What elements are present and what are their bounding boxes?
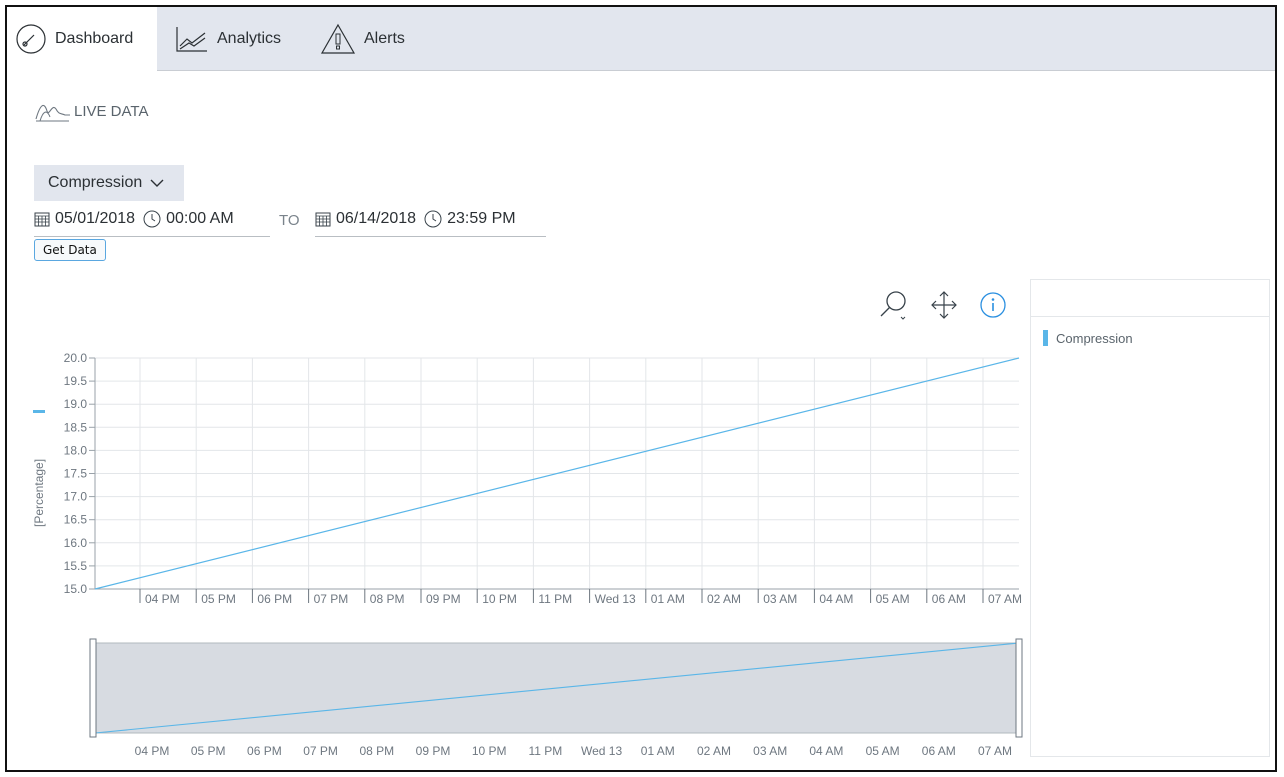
- y-tick-label: 19.0: [64, 397, 88, 411]
- y-tick-label: 20.0: [64, 351, 88, 365]
- navigator-x-axis: 04 PM 05 PM 06 PM 07 PM 08 PM 09 PM 10 PM 11 PM…: [135, 744, 1012, 758]
- y-tick-label: 19.5: [64, 374, 88, 388]
- navigator-tick-label: 10 PM: [472, 744, 507, 758]
- app-window: Dashboard Analytics Alerts LIVE DATA Com…: [5, 5, 1277, 772]
- x-tick-label: 05 PM: [201, 592, 236, 606]
- x-tick-label: 09 PM: [426, 592, 461, 606]
- navigator-tick-label: 06 PM: [247, 744, 282, 758]
- x-tick-label: 03 AM: [763, 592, 797, 606]
- y-tick-label: 16.5: [64, 513, 88, 527]
- navigator-tick-label: 04 AM: [809, 744, 843, 758]
- x-tick-label: 06 AM: [932, 592, 966, 606]
- navigator-tick-label: 07 PM: [303, 744, 338, 758]
- navigator-tick-label: 08 PM: [359, 744, 394, 758]
- y-axis-label: [Percentage]: [32, 459, 46, 527]
- navigator-tick-label: 01 AM: [641, 744, 675, 758]
- y-tick-label: 16.0: [64, 536, 88, 550]
- navigator-right-handle[interactable]: [1015, 638, 1023, 738]
- x-tick-label: 11 PM: [538, 592, 572, 606]
- navigator-tick-label: 04 PM: [135, 744, 170, 758]
- y-tick-label: 18.0: [64, 443, 88, 457]
- navigator-tick-label: 09 PM: [416, 744, 451, 758]
- x-tick-label: 07 AM: [988, 592, 1022, 606]
- navigator-tick-label: 06 AM: [922, 744, 956, 758]
- navigator-tick-label: Wed 13: [581, 744, 622, 758]
- y-tick-label: 17.5: [64, 467, 88, 481]
- x-tick-label: 02 AM: [707, 592, 741, 606]
- x-tick-label: 05 AM: [876, 592, 910, 606]
- navigator-tick-label: 11 PM: [529, 744, 563, 758]
- navigator-tick-label: 03 AM: [753, 744, 787, 758]
- navigator-tick-label: 07 AM: [978, 744, 1012, 758]
- x-tick-label: 08 PM: [370, 592, 405, 606]
- navigator-left-handle[interactable]: [89, 638, 97, 738]
- y-tick-label: 15.5: [64, 559, 88, 573]
- x-tick-label: 10 PM: [482, 592, 517, 606]
- x-tick-label: 01 AM: [651, 592, 685, 606]
- x-tick-label: Wed 13: [595, 592, 636, 606]
- x-axis: 04 PM 05 PM 06 PM 07 PM 08 PM 09 PM 10 PM 11 PM…: [95, 588, 1022, 606]
- y-tick-label: 18.5: [64, 420, 88, 434]
- x-tick-label: 04 PM: [145, 592, 180, 606]
- y-axis: 20.0 19.5 19.0 18.5 18.0 17.5 17.0 16.5 16.0 15.5…: [64, 351, 96, 596]
- line-chart: 20.0 19.5 19.0 18.5 18.0 17.5 17.0 16.5 16.0 15.5…: [32, 351, 1023, 758]
- range-navigator[interactable]: 04 PM 05 PM 06 PM 07 PM 08 PM 09 PM 10 PM 11 PM…: [89, 638, 1023, 758]
- navigator-tick-label: 05 PM: [191, 744, 226, 758]
- x-tick-label: 04 AM: [819, 592, 853, 606]
- y-tick-label: 15.0: [64, 582, 88, 596]
- navigator-tick-label: 02 AM: [697, 744, 731, 758]
- y-tick-label: 17.0: [64, 490, 88, 504]
- x-tick-label: 07 PM: [314, 592, 349, 606]
- x-tick-label: 06 PM: [257, 592, 292, 606]
- navigator-tick-label: 05 AM: [866, 744, 900, 758]
- y-axis-series-marker: [33, 410, 45, 413]
